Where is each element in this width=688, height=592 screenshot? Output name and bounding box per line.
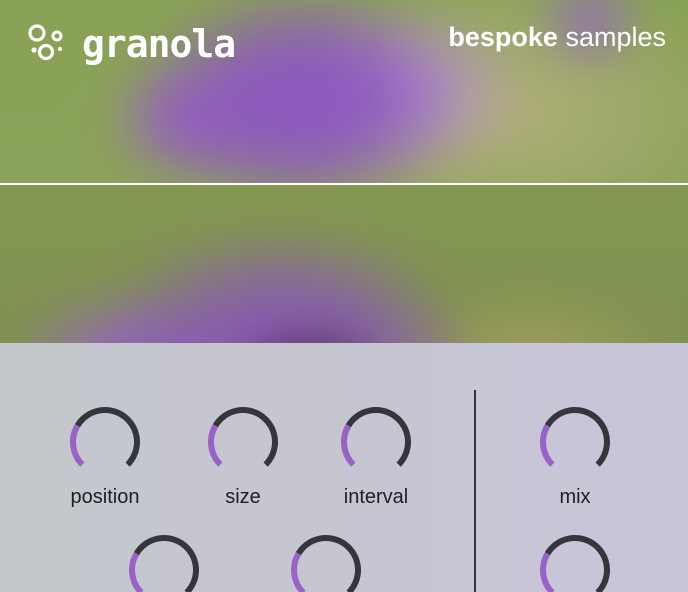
app-logo: granola: [26, 22, 236, 66]
mix-knob-track: [544, 407, 610, 467]
row2-b-knob-track: [295, 535, 361, 592]
row2-c-knob-track: [544, 535, 610, 592]
size-knob-value-arc: [208, 424, 223, 467]
app-name: granola: [82, 22, 236, 66]
bubbles-icon: [26, 23, 68, 65]
grain-knob-row2-left[interactable]: [127, 533, 201, 592]
mix-knob-value-arc: [540, 424, 555, 467]
mix-label: mix: [559, 486, 591, 508]
row2-b-knob-value-arc: [291, 552, 306, 592]
row2-a-knob-value-arc: [129, 552, 144, 592]
row2-a-knob-track: [133, 535, 199, 592]
section-divider: [474, 390, 476, 592]
size-knob-track: [212, 407, 278, 467]
waveform-artwork-bottom: [0, 185, 688, 343]
row2-c-knob-value-arc: [540, 552, 555, 592]
interval-knob-value-arc: [341, 424, 356, 467]
mix-knob[interactable]: [538, 405, 612, 479]
position-knob-value-arc: [70, 424, 85, 467]
output-knob-row2[interactable]: [538, 533, 612, 592]
maker-name-light: samples: [565, 22, 666, 52]
interval-knob[interactable]: [339, 405, 413, 479]
position-knob-track: [74, 407, 140, 467]
grain-knob-row2-right[interactable]: [289, 533, 363, 592]
size-knob[interactable]: [206, 405, 280, 479]
position-knob[interactable]: [68, 405, 142, 479]
interval-knob-track: [345, 407, 411, 467]
interval-label: interval: [343, 486, 409, 508]
size-label: size: [225, 486, 261, 508]
maker-credit: bespoke samples: [448, 22, 666, 53]
position-label: position: [70, 486, 140, 508]
maker-name-bold: bespoke: [448, 22, 558, 52]
granola-plugin-window: granola bespoke samples position size in…: [0, 0, 688, 592]
